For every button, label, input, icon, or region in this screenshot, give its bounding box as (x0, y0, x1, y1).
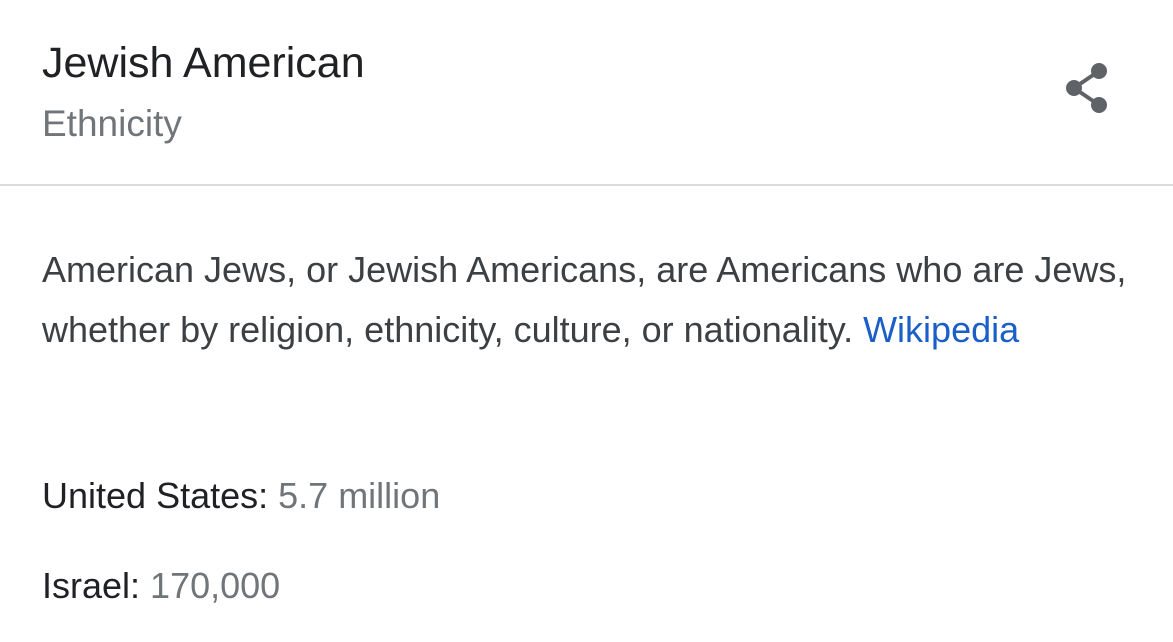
share-button[interactable] (1054, 56, 1118, 120)
knowledge-panel-header: Jewish American Ethnicity (0, 0, 1173, 186)
entity-description: American Jews, or Jewish Americans, are … (42, 240, 1142, 360)
share-icon (1066, 63, 1107, 113)
entity-subtitle: Ethnicity (42, 103, 182, 144)
fact-row-united-states: United States: 5.7 million (42, 474, 440, 518)
fact-value: 170,000 (150, 565, 281, 606)
fact-label: United States: (42, 475, 279, 516)
fact-row-israel: Israel: 170,000 (42, 564, 280, 608)
fact-label: Israel: (42, 565, 151, 606)
entity-title: Jewish American (42, 39, 365, 87)
fact-value: 5.7 million (278, 475, 441, 516)
wikipedia-link[interactable]: Wikipedia (863, 309, 1019, 350)
